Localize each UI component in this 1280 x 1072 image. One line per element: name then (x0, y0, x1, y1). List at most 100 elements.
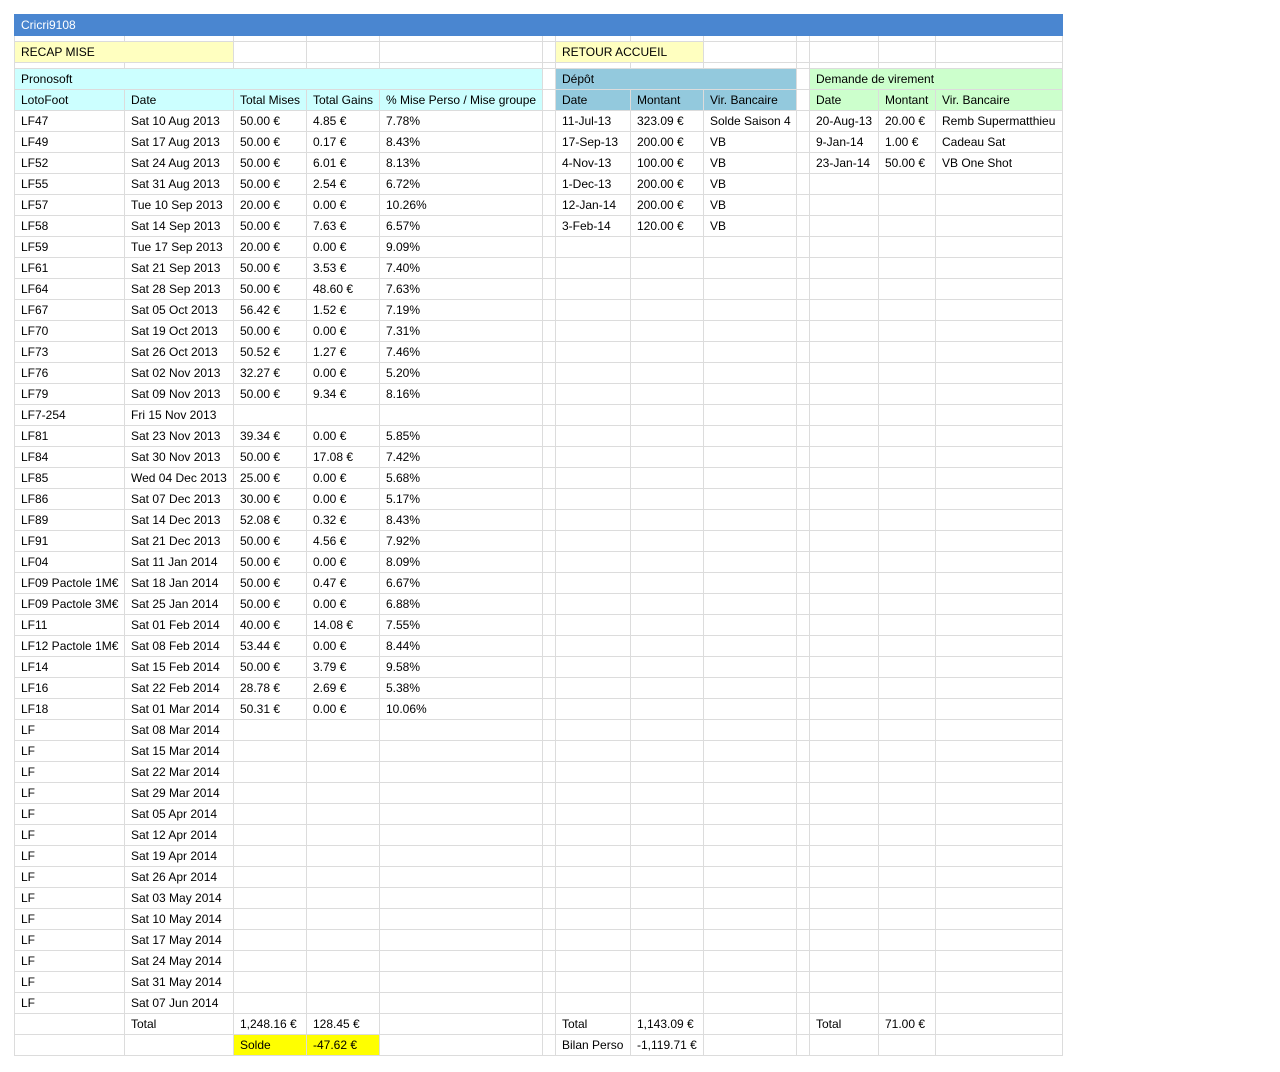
total-mises-cell[interactable] (233, 908, 307, 930)
virement-date-cell[interactable] (809, 929, 879, 951)
depot-montant-cell[interactable] (630, 824, 704, 846)
date-cell[interactable]: Sat 01 Mar 2014 (124, 698, 234, 720)
virement-date-cell[interactable] (809, 950, 879, 972)
date-cell[interactable]: Sat 21 Dec 2013 (124, 530, 234, 552)
date-cell[interactable]: Sat 15 Feb 2014 (124, 656, 234, 678)
date-cell[interactable]: Sat 18 Jan 2014 (124, 572, 234, 594)
lotofoot-cell[interactable]: LF14 (14, 656, 125, 678)
lotofoot-cell[interactable]: LF47 (14, 110, 125, 132)
date-cell[interactable]: Sat 14 Sep 2013 (124, 215, 234, 237)
depot-vir-cell[interactable] (703, 782, 797, 804)
date-cell[interactable]: Sat 07 Dec 2013 (124, 488, 234, 510)
virement-montant-cell[interactable] (878, 236, 936, 258)
lotofoot-cell[interactable]: LF04 (14, 551, 125, 573)
depot-date-cell[interactable] (555, 425, 631, 447)
virement-vir-cell[interactable] (934, 509, 1064, 531)
depot-vir-cell[interactable] (703, 530, 797, 552)
lotofoot-cell[interactable]: LF (14, 992, 125, 1014)
virement-date-cell[interactable] (809, 698, 879, 720)
total-mises-cell[interactable] (233, 887, 307, 909)
virement-vir-cell[interactable] (934, 593, 1064, 615)
date-cell[interactable]: Sat 12 Apr 2014 (124, 824, 234, 846)
virement-date-cell[interactable]: 23-Jan-14 (809, 152, 879, 174)
virement-date-cell[interactable] (809, 383, 879, 405)
date-cell[interactable]: Sat 10 May 2014 (124, 908, 234, 930)
depot-date-cell[interactable] (555, 635, 631, 657)
virement-vir-cell[interactable] (934, 299, 1064, 321)
date-cell[interactable]: Sat 30 Nov 2013 (124, 446, 234, 468)
empty-cell[interactable] (379, 1013, 543, 1035)
virement-date-cell[interactable] (809, 425, 879, 447)
depot-date-cell[interactable] (555, 446, 631, 468)
virement-vir-cell[interactable] (934, 572, 1064, 594)
depot-date-cell[interactable] (555, 782, 631, 804)
virement-montant-cell[interactable] (878, 677, 936, 699)
percent-cell[interactable]: 7.92% (379, 530, 543, 552)
virement-vir-cell[interactable] (934, 341, 1064, 363)
virement-date-cell[interactable] (809, 908, 879, 930)
lotofoot-cell[interactable]: LF89 (14, 509, 125, 531)
depot-vir-cell[interactable] (703, 698, 797, 720)
virement-montant-cell[interactable] (878, 425, 936, 447)
lotofoot-cell[interactable]: LF (14, 929, 125, 951)
percent-cell[interactable] (379, 887, 543, 909)
total-mises-cell[interactable] (233, 866, 307, 888)
lotofoot-cell[interactable]: LF57 (14, 194, 125, 216)
virement-date-cell[interactable] (809, 992, 879, 1014)
date-cell[interactable]: Sat 26 Oct 2013 (124, 341, 234, 363)
total-mises-cell[interactable]: 50.00 € (233, 320, 307, 342)
date-cell[interactable]: Sat 09 Nov 2013 (124, 383, 234, 405)
depot-vir-cell[interactable]: VB (703, 173, 797, 195)
total-mises-cell[interactable] (233, 761, 307, 783)
virement-date-cell[interactable] (809, 824, 879, 846)
total-gains-cell[interactable]: 0.47 € (306, 572, 380, 594)
depot-vir-cell[interactable] (703, 299, 797, 321)
total-mises-cell[interactable]: 40.00 € (233, 614, 307, 636)
virement-montant-cell[interactable] (878, 971, 936, 993)
lotofoot-cell[interactable]: LF18 (14, 698, 125, 720)
virement-vir-cell[interactable] (934, 740, 1064, 762)
virement-montant-cell[interactable] (878, 530, 936, 552)
date-cell[interactable]: Sat 15 Mar 2014 (124, 740, 234, 762)
virement-montant-cell[interactable]: 1.00 € (878, 131, 936, 153)
depot-montant-cell[interactable] (630, 488, 704, 510)
depot-vir-cell[interactable] (703, 257, 797, 279)
depot-date-cell[interactable] (555, 593, 631, 615)
virement-vir-cell[interactable] (934, 383, 1064, 405)
virement-date-cell[interactable] (809, 803, 879, 825)
depot-date-cell[interactable] (555, 257, 631, 279)
depot-vir-cell[interactable] (703, 383, 797, 405)
virement-vir-cell[interactable] (934, 173, 1064, 195)
virement-vir-cell[interactable] (934, 257, 1064, 279)
depot-vir-cell[interactable] (703, 593, 797, 615)
depot-montant-cell[interactable] (630, 635, 704, 657)
percent-cell[interactable] (379, 845, 543, 867)
depot-date-cell[interactable] (555, 530, 631, 552)
percent-cell[interactable]: 7.42% (379, 446, 543, 468)
depot-date-cell[interactable] (555, 761, 631, 783)
virement-vir-cell[interactable] (934, 698, 1064, 720)
lotofoot-cell[interactable]: LF67 (14, 299, 125, 321)
depot-vir-cell[interactable]: VB (703, 194, 797, 216)
virement-montant-cell[interactable] (878, 404, 936, 426)
virement-vir-cell[interactable] (934, 866, 1064, 888)
total-mises-cell[interactable]: 50.00 € (233, 278, 307, 300)
depot-montant-cell[interactable] (630, 908, 704, 930)
virement-date-cell[interactable] (809, 257, 879, 279)
total-gains-cell[interactable] (306, 950, 380, 972)
depot-date-cell[interactable] (555, 677, 631, 699)
depot-montant-cell[interactable] (630, 467, 704, 489)
total-mises-cell[interactable] (233, 719, 307, 741)
lotofoot-cell[interactable]: LF55 (14, 173, 125, 195)
depot-montant-cell[interactable] (630, 761, 704, 783)
percent-cell[interactable]: 8.09% (379, 551, 543, 573)
virement-vir-cell[interactable]: Remb Supermatthieu (934, 110, 1064, 132)
lotofoot-cell[interactable]: LF58 (14, 215, 125, 237)
date-cell[interactable]: Sat 23 Nov 2013 (124, 425, 234, 447)
virement-date-cell[interactable] (809, 362, 879, 384)
empty-cell[interactable] (878, 1034, 936, 1056)
total-mises-cell[interactable] (233, 824, 307, 846)
lotofoot-cell[interactable]: LF70 (14, 320, 125, 342)
percent-cell[interactable]: 5.68% (379, 467, 543, 489)
depot-montant-cell[interactable] (630, 278, 704, 300)
